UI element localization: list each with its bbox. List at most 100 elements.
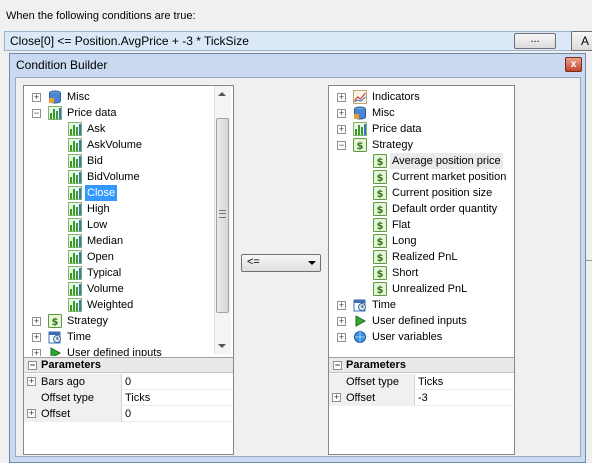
parameter-value[interactable]: 0 <box>122 406 131 422</box>
parameter-row[interactable]: + Offset 0 <box>24 406 233 422</box>
tree-item-long[interactable]: $ Long <box>329 233 514 249</box>
tree-item-label: Current market position <box>392 171 507 183</box>
tree-item-current-market-position[interactable]: $ Current market position <box>329 169 514 185</box>
scroll-up-icon[interactable] <box>218 92 226 96</box>
parameter-value[interactable]: 0 <box>122 374 131 390</box>
collapse-icon[interactable]: − <box>333 361 342 370</box>
tree-item-realized-pnl[interactable]: $ Realized PnL <box>329 249 514 265</box>
tree-item-bidvolume[interactable]: BidVolume <box>24 169 233 185</box>
dollar-icon: $ <box>48 314 62 328</box>
tree-item-time[interactable]: + Time <box>24 329 233 345</box>
tree-item-median[interactable]: Median <box>24 233 233 249</box>
tree-item-time[interactable]: + Time <box>329 297 514 313</box>
tree-item-label: Flat <box>392 219 411 231</box>
tree-item-strategy[interactable]: + $ Strategy <box>24 313 233 329</box>
tree-item-label: AskVolume <box>87 139 143 151</box>
tree-item-user-variables[interactable]: + User variables <box>329 329 514 345</box>
parameter-name: Offset type <box>346 376 399 388</box>
add-button[interactable]: A <box>571 31 592 51</box>
edit-condition-button[interactable]: ... <box>514 33 556 49</box>
bar-chart-icon <box>48 106 62 120</box>
dialog-title: Condition Builder <box>16 58 108 72</box>
svg-text:$: $ <box>377 189 384 200</box>
tree-item-label: Misc <box>67 91 90 103</box>
dollar-icon: $ <box>373 170 387 184</box>
dollar-icon: $ <box>373 250 387 264</box>
expand-icon[interactable]: + <box>337 317 346 326</box>
tree-item-flat[interactable]: $ Flat <box>329 217 514 233</box>
condition-text: Close[0] <= Position.AvgPrice + -3 * Tic… <box>10 34 249 48</box>
tree-item-high[interactable]: High <box>24 201 233 217</box>
expand-icon[interactable]: + <box>337 109 346 118</box>
tree-item-askvolume[interactable]: AskVolume <box>24 137 233 153</box>
svg-text:$: $ <box>377 157 384 168</box>
tree-item-short[interactable]: $ Short <box>329 265 514 281</box>
expand-icon[interactable]: + <box>32 317 41 326</box>
background-window-divider <box>586 260 592 450</box>
expand-icon[interactable]: + <box>27 377 36 386</box>
tree-item-label: BidVolume <box>87 171 140 183</box>
parameters-header[interactable]: − Parameters <box>24 357 233 373</box>
tree-item-typical[interactable]: Typical <box>24 265 233 281</box>
parameter-row[interactable]: + Bars ago 0 <box>24 374 233 390</box>
parameter-value[interactable]: -3 <box>415 390 428 406</box>
dollar-icon: $ <box>373 154 387 168</box>
collapse-icon[interactable]: − <box>337 141 346 150</box>
tree-item-user-defined-inputs[interactable]: + User defined inputs <box>329 313 514 329</box>
dollar-icon: $ <box>373 266 387 280</box>
parameter-value[interactable]: Ticks <box>122 390 150 406</box>
expand-icon[interactable]: + <box>332 393 341 402</box>
expand-icon[interactable]: + <box>32 93 41 102</box>
expand-icon[interactable]: + <box>27 409 36 418</box>
collapse-icon[interactable]: − <box>28 361 37 370</box>
play-icon <box>353 314 367 328</box>
calendar-icon <box>48 330 62 344</box>
bar-chart-icon <box>68 266 82 280</box>
dollar-icon: $ <box>373 218 387 232</box>
tree-item-close[interactable]: Close <box>24 185 233 201</box>
bar-chart-icon <box>68 138 82 152</box>
tree-item-price-data[interactable]: − Price data <box>24 105 233 121</box>
tree-item-label: Close <box>85 185 118 201</box>
tree-item-label: Median <box>87 235 124 247</box>
bar-chart-icon <box>68 250 82 264</box>
svg-text:$: $ <box>377 253 384 264</box>
parameter-row[interactable]: Offset type Ticks <box>24 390 233 406</box>
collapse-icon[interactable]: − <box>32 109 41 118</box>
operator-value: <= <box>247 256 260 268</box>
close-button[interactable]: x <box>565 57 582 72</box>
tree-item-price-data[interactable]: + Price data <box>329 121 514 137</box>
tree-item-average-position-price[interactable]: $ Average position price <box>329 153 514 169</box>
tree-item-misc[interactable]: + Misc <box>24 89 233 105</box>
bar-chart-icon <box>68 170 82 184</box>
scroll-down-icon[interactable] <box>218 344 226 348</box>
tree-item-default-order-quantity[interactable]: $ Default order quantity <box>329 201 514 217</box>
tree-item-open[interactable]: Open <box>24 249 233 265</box>
svg-text:$: $ <box>377 285 384 296</box>
left-expression-panel: + Misc − Price data Ask AskVolume Bid BidVolume… <box>23 85 234 455</box>
expand-icon[interactable]: + <box>337 93 346 102</box>
tree-item-misc[interactable]: + Misc <box>329 105 514 121</box>
parameter-row[interactable]: + Offset -3 <box>329 390 514 406</box>
parameters-title: Parameters <box>346 359 406 371</box>
expand-icon[interactable]: + <box>337 301 346 310</box>
dollar-icon: $ <box>373 202 387 216</box>
parameters-header[interactable]: − Parameters <box>329 357 514 373</box>
tree-item-label: Price data <box>67 107 117 119</box>
tree-item-strategy[interactable]: − $ Strategy <box>329 137 514 153</box>
expand-icon[interactable]: + <box>337 125 346 134</box>
tree-item-low[interactable]: Low <box>24 217 233 233</box>
parameter-row[interactable]: Offset type Ticks <box>329 374 514 390</box>
tree-item-volume[interactable]: Volume <box>24 281 233 297</box>
tree-item-weighted[interactable]: Weighted <box>24 297 233 313</box>
tree-item-indicators[interactable]: + Indicators <box>329 89 514 105</box>
right-expression-panel: + Indicators + Misc + Price data − $ Strategy $ Av… <box>328 85 515 455</box>
tree-item-bid[interactable]: Bid <box>24 153 233 169</box>
tree-item-current-position-size[interactable]: $ Current position size <box>329 185 514 201</box>
parameter-value[interactable]: Ticks <box>415 374 443 390</box>
parameter-name: Offset type <box>41 392 94 404</box>
tree-item-unrealized-pnl[interactable]: $ Unrealized PnL <box>329 281 514 297</box>
expand-icon[interactable]: + <box>32 333 41 342</box>
tree-item-ask[interactable]: Ask <box>24 121 233 137</box>
expand-icon[interactable]: + <box>337 333 346 342</box>
